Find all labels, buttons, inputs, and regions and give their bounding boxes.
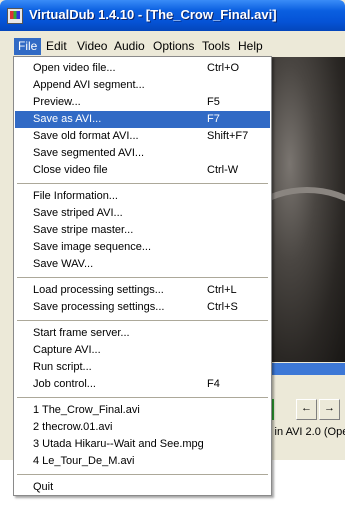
menu-item-shortcut: F4 xyxy=(207,378,220,390)
window-title: VirtualDub 1.4.10 - [The_Crow_Final.avi] xyxy=(29,7,277,22)
menu-item-label: Save as AVI... xyxy=(33,113,102,125)
menu-item-save-striped-avi[interactable]: Save striped AVI... xyxy=(15,205,270,222)
menu-item-shortcut: Ctrl-W xyxy=(207,164,239,176)
menu-item-save-processing-settings[interactable]: Save processing settings... Ctrl+S xyxy=(15,299,270,316)
menu-separator xyxy=(17,183,268,184)
menu-item-label: Preview... xyxy=(33,96,81,108)
menu-item-2-thecrow-01-avi[interactable]: 2 thecrow.01.avi xyxy=(15,419,270,436)
menu-item-file-information[interactable]: File Information... xyxy=(15,188,270,205)
menu-item-job-control[interactable]: Job control... F4 xyxy=(15,376,270,393)
menu-item-save-old-format-avi[interactable]: Save old format AVI... Shift+F7 xyxy=(15,128,270,145)
app-icon[interactable] xyxy=(7,8,23,24)
menu-item-label: 4 Le_Tour_De_M.avi xyxy=(33,455,135,467)
menu-item-label: 2 thecrow.01.avi xyxy=(33,421,113,433)
menu-item-preview[interactable]: Preview... F5 xyxy=(15,94,270,111)
menu-item-label: File Information... xyxy=(33,190,118,202)
menu-item-label: Append AVI segment... xyxy=(33,79,145,91)
prev-button[interactable]: ← xyxy=(296,399,317,420)
menu-item-label: 3 Utada Hikaru--Wait and See.mpg xyxy=(33,438,204,450)
menu-item-label: Start frame server... xyxy=(33,327,130,339)
menu-item-save-image-sequence[interactable]: Save image sequence... xyxy=(15,239,270,256)
menu-item-open-video-file[interactable]: Open video file... Ctrl+O xyxy=(15,60,270,77)
menu-bar: File Edit Video Audio Options Tools Help xyxy=(0,36,345,56)
menu-item-run-script[interactable]: Run script... xyxy=(15,359,270,376)
menu-item-label: Close video file xyxy=(33,164,108,176)
status-text: k in AVI 2.0 (Ope xyxy=(266,426,345,438)
menu-file[interactable]: File xyxy=(14,38,42,55)
menu-item-label: Run script... xyxy=(33,361,92,373)
video-frame xyxy=(266,57,345,362)
position-bar[interactable] xyxy=(266,363,345,375)
menu-item-shortcut: Shift+F7 xyxy=(207,130,249,142)
video-detail xyxy=(266,237,345,362)
menu-options[interactable]: Options xyxy=(149,38,198,55)
menu-edit[interactable]: Edit xyxy=(42,38,71,55)
menu-item-save-stripe-master[interactable]: Save stripe master... xyxy=(15,222,270,239)
menu-item-shortcut: F5 xyxy=(207,96,220,108)
menu-tools[interactable]: Tools xyxy=(198,38,234,55)
menu-item-label: Quit xyxy=(33,481,54,493)
menu-item-label: Save old format AVI... xyxy=(33,130,139,142)
menu-item-label: Save processing settings... xyxy=(33,301,165,313)
menu-item-label: Capture AVI... xyxy=(33,344,101,356)
menu-separator xyxy=(17,474,268,475)
menu-item-3-utada-hikaru-wait-and-see-mpg[interactable]: 3 Utada Hikaru--Wait and See.mpg xyxy=(15,436,270,453)
menu-item-shortcut: F7 xyxy=(207,113,220,125)
menu-item-label: Save image sequence... xyxy=(33,241,152,253)
menu-item-label: Open video file... xyxy=(33,62,116,74)
file-menu-dropdown: Open video file... Ctrl+O Append AVI segme… xyxy=(13,56,272,496)
menu-separator xyxy=(17,277,268,278)
menu-item-save-as-avi[interactable]: Save as AVI... F7 xyxy=(15,111,270,128)
menu-item-append-avi-segment[interactable]: Append AVI segment... xyxy=(15,77,270,94)
menu-item-1-the-crow-final-avi[interactable]: 1 The_Crow_Final.avi xyxy=(15,402,270,419)
menu-item-save-wav[interactable]: Save WAV... xyxy=(15,256,270,273)
menu-item-close-video-file[interactable]: Close video file Ctrl-W xyxy=(15,162,270,179)
menu-audio[interactable]: Audio xyxy=(110,38,149,55)
menu-item-4-le-tour-de-m-avi[interactable]: 4 Le_Tour_De_M.avi xyxy=(15,453,270,470)
menu-item-capture-avi[interactable]: Capture AVI... xyxy=(15,342,270,359)
menu-separator xyxy=(17,397,268,398)
menu-item-label: Job control... xyxy=(33,378,96,390)
menu-item-label: Load processing settings... xyxy=(33,284,164,296)
menu-item-shortcut: Ctrl+O xyxy=(207,62,240,74)
menu-item-save-segmented-avi[interactable]: Save segmented AVI... xyxy=(15,145,270,162)
menu-item-label: Save stripe master... xyxy=(33,224,134,236)
menu-item-label: Save WAV... xyxy=(33,258,94,270)
menu-item-label: Save striped AVI... xyxy=(33,207,123,219)
menu-video[interactable]: Video xyxy=(73,38,111,55)
menu-item-label: 1 The_Crow_Final.avi xyxy=(33,404,140,416)
menu-item-label: Save segmented AVI... xyxy=(33,147,145,159)
menu-item-shortcut: Ctrl+L xyxy=(207,284,237,296)
menu-item-load-processing-settings[interactable]: Load processing settings... Ctrl+L xyxy=(15,282,270,299)
menu-separator xyxy=(17,320,268,321)
title-bar[interactable]: VirtualDub 1.4.10 - [The_Crow_Final.avi] xyxy=(0,0,345,31)
next-button[interactable]: → xyxy=(319,399,340,420)
menu-item-quit[interactable]: Quit xyxy=(15,479,270,496)
menu-help[interactable]: Help xyxy=(234,38,267,55)
menu-item-shortcut: Ctrl+S xyxy=(207,301,238,313)
menu-item-start-frame-server[interactable]: Start frame server... xyxy=(15,325,270,342)
